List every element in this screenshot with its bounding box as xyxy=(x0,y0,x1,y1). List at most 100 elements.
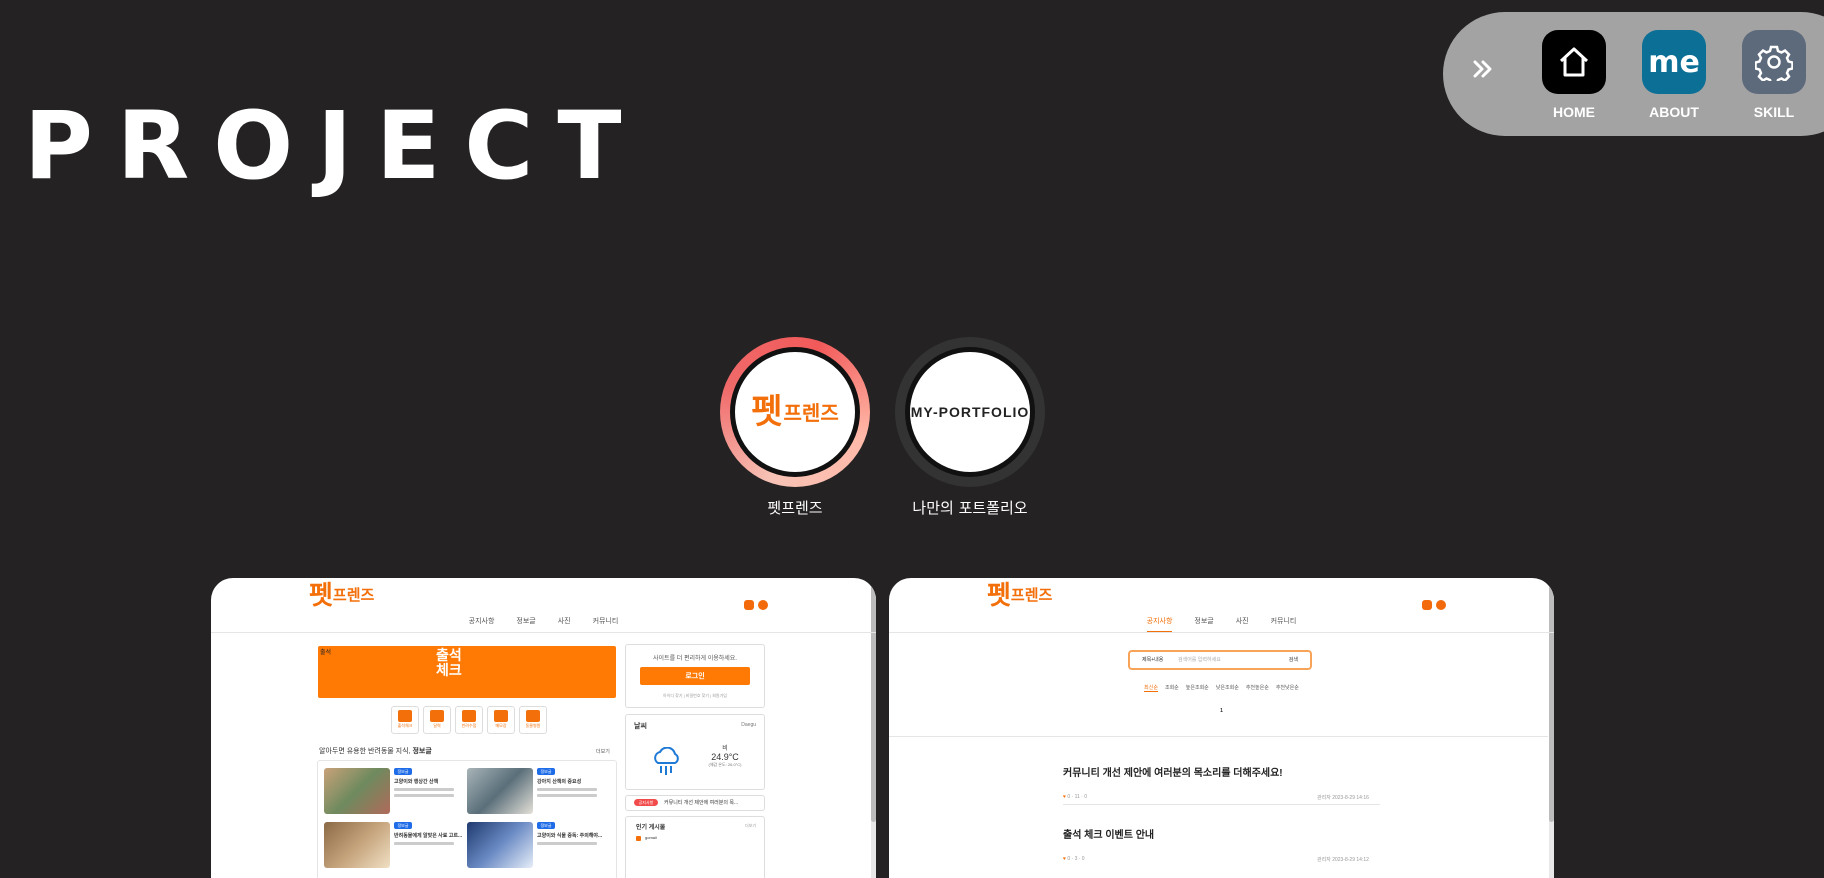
project-ring-active: 펫 프렌즈 xyxy=(720,337,870,487)
menu-photo[interactable]: 사진 xyxy=(1236,616,1249,632)
sort-tab[interactable]: 조회순 xyxy=(1165,684,1179,692)
post-stats-text: 0 · 3 · 0 xyxy=(1067,856,1085,862)
logo-big-text: 펫 xyxy=(309,580,333,610)
banner-line1: 출석 xyxy=(436,647,462,663)
post-tag: 정보글 xyxy=(394,822,412,829)
nav-item-home[interactable]: HOME xyxy=(1542,30,1606,120)
petfriends-logo: 펫 프렌즈 xyxy=(751,395,838,429)
notice-post-stats: ♥ 0 · 11 · 0 xyxy=(1063,794,1087,800)
weather-desc: 비 xyxy=(722,746,728,752)
quick-link[interactable]: 달력 xyxy=(423,706,451,734)
post-author: 관리자 xyxy=(1317,795,1331,801)
post-tag: 정보글 xyxy=(537,822,555,829)
login-button[interactable]: 로그인 xyxy=(640,667,750,685)
site-menu: 공지사항 정보글 사진 커뮤니티 xyxy=(211,616,876,633)
quick-link[interactable]: 동물병원 xyxy=(519,706,547,734)
site-logo[interactable]: 펫 프렌즈 xyxy=(309,582,374,608)
quick-link[interactable]: 반려수첩 xyxy=(455,706,483,734)
facebook-icon[interactable] xyxy=(758,600,768,610)
logo-big-text: 펫 xyxy=(751,392,783,432)
double-chevron-right-icon xyxy=(1473,60,1492,78)
post-title[interactable]: 반려동물에게 알맞은 사료 고르... xyxy=(394,832,462,839)
info-heading: 알아두면 유용한 반려동물 지식, 정보글 xyxy=(319,746,432,756)
search-input[interactable]: 검색어를 입력하세요 xyxy=(1178,656,1221,663)
preview-card-main[interactable]: 펫 프렌즈 공지사항 정보글 사진 커뮤니티 출석 출석 체크 출석체크 달력 … xyxy=(211,578,876,878)
quick-label: 동물병원 xyxy=(525,723,541,728)
menu-notice[interactable]: 공지사항 xyxy=(1146,616,1173,632)
sort-tab[interactable]: 최신순 xyxy=(1144,684,1158,692)
rain-cloud-icon xyxy=(654,747,679,775)
menu-photo[interactable]: 사진 xyxy=(558,616,571,632)
gear-icon xyxy=(1742,30,1806,94)
post-title[interactable]: 고양이와 행상간 산책 xyxy=(394,778,438,785)
nav-label-skill: SKILL xyxy=(1753,104,1795,120)
nav-item-about[interactable]: me ABOUT xyxy=(1642,30,1706,120)
divider xyxy=(889,736,1548,737)
portfolio-logo-text: MY-PORTFOLIO xyxy=(910,404,1030,420)
search-select[interactable]: 제목+내용 xyxy=(1142,656,1163,663)
quick-label: 반려수첩 xyxy=(461,723,477,728)
weather-temp: 24.9°C xyxy=(711,752,739,762)
instagram-icon[interactable] xyxy=(1422,600,1432,610)
banner-title: 출석 체크 xyxy=(436,648,462,678)
sort-tab[interactable]: 추천높은순 xyxy=(1246,684,1269,692)
post-title[interactable]: 고양이와 식물 중독: 주의해야... xyxy=(537,832,602,839)
search-button[interactable]: 검색 xyxy=(1289,656,1298,663)
notice-ticker[interactable]: 공지사항 커뮤니티 개선 제안에 여러분의 목... xyxy=(625,795,765,811)
popular-more-link[interactable]: 더보기 xyxy=(745,823,756,829)
weather-title: 날씨 xyxy=(634,723,647,730)
post-tag: 정보글 xyxy=(394,768,412,775)
post-title[interactable]: 강아지 산책의 중요성 xyxy=(537,778,581,785)
home-icon xyxy=(1542,30,1606,94)
menu-notice[interactable]: 공지사항 xyxy=(469,616,495,632)
login-links[interactable]: 아이디 찾기 | 비밀번호 찾기 | 회원가입 xyxy=(626,693,764,699)
site-logo[interactable]: 펫 프렌즈 xyxy=(987,582,1052,608)
project-item-petfriends[interactable]: 펫 프렌즈 펫프렌즈 xyxy=(720,337,870,518)
quick-label: 달력 xyxy=(433,723,441,728)
notice-badge: 공지사항 xyxy=(634,799,658,806)
post-tag: 정보글 xyxy=(537,768,555,775)
preview-card-notice[interactable]: 펫 프렌즈 공지사항 정보글 사진 커뮤니티 제목+내용 검색어를 입력하세요 … xyxy=(889,578,1554,878)
menu-info[interactable]: 정보글 xyxy=(516,616,535,632)
sort-tab[interactable]: 낮은조회순 xyxy=(1216,684,1239,692)
post-stats-text: 0 · 11 · 0 xyxy=(1067,794,1087,800)
login-prompt: 사이트를 더 편리하게 이용하세요. xyxy=(653,656,737,662)
nav-label-about: ABOUT xyxy=(1649,104,1699,120)
post-thumbnail[interactable] xyxy=(324,822,390,868)
post-thumbnail[interactable] xyxy=(324,768,390,814)
sort-tab[interactable]: 추천낮은순 xyxy=(1276,684,1299,692)
site-header: 펫 프렌즈 공지사항 정보글 사진 커뮤니티 xyxy=(211,578,876,634)
info-heading-bold: 정보글 xyxy=(412,748,432,755)
banner-corner-text: 출석 xyxy=(320,650,332,656)
post-date: 2023-8-29 14:12 xyxy=(1332,857,1369,863)
quick-link[interactable]: 메모장 xyxy=(487,706,515,734)
quick-link[interactable]: 출석체크 xyxy=(391,706,419,734)
me-icon-text: me xyxy=(1648,44,1700,80)
logo-small-text: 프렌즈 xyxy=(332,587,375,604)
notice-text: 커뮤니티 개선 제안에 여러분의 목... xyxy=(664,800,739,806)
page-title: PROJECT xyxy=(24,92,646,201)
notice-post-meta: 관리자 2023-8-29 14:12 xyxy=(1317,856,1369,863)
project-logo-portfolio: MY-PORTFOLIO xyxy=(905,347,1035,477)
menu-community[interactable]: 커뮤니티 xyxy=(1271,616,1297,632)
sort-tab[interactable]: 높은조회순 xyxy=(1186,684,1209,692)
sns-icons xyxy=(1422,600,1446,610)
site-header: 펫 프렌즈 공지사항 정보글 사진 커뮤니티 xyxy=(889,578,1554,634)
post-thumbnail[interactable] xyxy=(467,768,533,814)
notice-post-title[interactable]: 출석 체크 이벤트 안내 xyxy=(1063,826,1154,841)
notice-post-title[interactable]: 커뮤니티 개선 제안에 여러분의 목소리를 더해주세요! xyxy=(1063,764,1283,779)
nav-toggle-button[interactable] xyxy=(1466,52,1500,86)
nav-item-skill[interactable]: SKILL xyxy=(1742,30,1806,120)
facebook-icon[interactable] xyxy=(1436,600,1446,610)
pagination-current[interactable]: 1 xyxy=(889,708,1554,714)
menu-info[interactable]: 정보글 xyxy=(1194,616,1213,632)
me-icon: me xyxy=(1642,30,1706,94)
info-more-link[interactable]: 더보기 xyxy=(596,748,610,755)
project-label: 펫프렌즈 xyxy=(767,499,823,517)
popular-user: gomail xyxy=(645,835,657,840)
instagram-icon[interactable] xyxy=(744,600,754,610)
attendance-banner[interactable]: 출석 출석 체크 xyxy=(318,646,616,698)
project-item-portfolio[interactable]: MY-PORTFOLIO 나만의 포트폴리오 xyxy=(895,337,1045,518)
menu-community[interactable]: 커뮤니티 xyxy=(593,616,619,632)
post-thumbnail[interactable] xyxy=(467,822,533,868)
